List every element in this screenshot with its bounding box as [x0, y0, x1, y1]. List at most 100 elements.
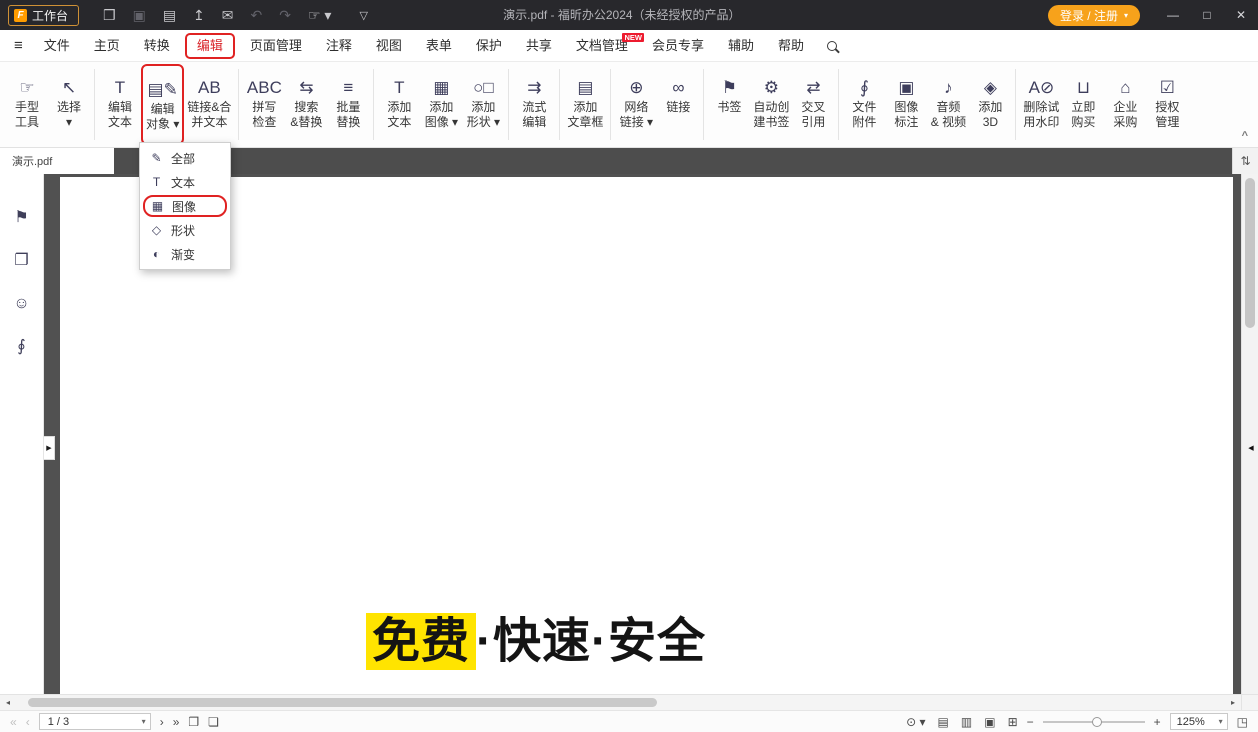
- image-annotation-button[interactable]: ▣图像标注: [885, 64, 927, 145]
- dropdown-item-shape[interactable]: ◇形状: [140, 218, 230, 242]
- cross-reference-button[interactable]: ⇄交叉引用: [792, 64, 834, 145]
- close-button[interactable]: ✕: [1224, 0, 1258, 30]
- menu-member-benefits[interactable]: 会员专享: [640, 31, 716, 61]
- maximize-button[interactable]: □: [1190, 0, 1224, 30]
- snapshot-icon[interactable]: ❐: [188, 716, 199, 728]
- save-icon[interactable]: ▣: [133, 8, 146, 22]
- left-panel-bar: ⚑ ❐ ☺ ∮: [0, 174, 44, 694]
- menu-assist[interactable]: 辅助: [716, 31, 766, 61]
- thumbnail-view-icon[interactable]: ⊞: [1008, 716, 1018, 728]
- link-button[interactable]: ∞链接: [657, 64, 699, 145]
- facing-page-view-icon[interactable]: ▣: [984, 716, 995, 728]
- add-article-box-button[interactable]: ▤添加文章框: [564, 64, 606, 145]
- web-link-button[interactable]: ⊕网络链接 ▾: [615, 64, 657, 145]
- add-3d-button[interactable]: ◈添加3D: [969, 64, 1011, 145]
- menu-help[interactable]: 帮助: [766, 31, 816, 61]
- clipboard-icon[interactable]: ❏: [208, 716, 219, 728]
- dropdown-item-gradient[interactable]: ◐渐变: [140, 242, 230, 266]
- menu-file[interactable]: 文件: [32, 31, 82, 61]
- horizontal-scrollbar[interactable]: ◂ ▸: [0, 694, 1258, 710]
- redo-icon[interactable]: ↷: [279, 8, 291, 22]
- text-viewer-icon[interactable]: ▤: [938, 716, 949, 728]
- zoom-slider[interactable]: [1043, 715, 1145, 729]
- vertical-scrollbar[interactable]: ◀: [1241, 174, 1258, 694]
- zoom-slider-thumb[interactable]: [1092, 717, 1102, 727]
- undo-icon[interactable]: ↶: [251, 8, 263, 22]
- audio-video-button[interactable]: ♪音频& 视频: [927, 64, 969, 145]
- add-shape-button[interactable]: ○□添加形状 ▾: [462, 64, 504, 145]
- enterprise-purchase-button[interactable]: ⌂企业采购: [1104, 64, 1146, 145]
- page-number-combo[interactable]: 1 / 3 ▾: [39, 713, 151, 730]
- menu-share[interactable]: 共享: [514, 31, 564, 61]
- dropdown-item-text[interactable]: T文本: [140, 170, 230, 194]
- scroll-left-icon[interactable]: ◂: [0, 698, 16, 707]
- edit-object-button[interactable]: ▤✎编辑对象 ▾: [141, 64, 184, 145]
- license-management-button[interactable]: ☑授权管理: [1146, 64, 1188, 145]
- export-icon[interactable]: ↥: [193, 8, 205, 22]
- auto-create-bookmark-button[interactable]: ⚙自动创建书签: [750, 64, 792, 145]
- edit-text-button[interactable]: T编辑文本: [99, 64, 141, 145]
- add-image-button[interactable]: ▦添加图像 ▾: [420, 64, 462, 145]
- link-merge-text-button[interactable]: AB链接&合并文本: [184, 64, 234, 145]
- next-page-button[interactable]: ›: [160, 716, 164, 728]
- bookmarks-panel-icon[interactable]: ⚑: [14, 210, 28, 226]
- attachments-panel-icon[interactable]: ∮: [17, 339, 25, 355]
- spell-check-button[interactable]: ABC拼写检查: [243, 64, 285, 145]
- first-page-button[interactable]: «: [10, 716, 17, 728]
- collapse-panel-handle[interactable]: ◀: [1245, 436, 1257, 460]
- file-attachment-button[interactable]: ∮文件附件: [843, 64, 885, 145]
- search-replace-button[interactable]: ⇆搜索&替换: [285, 64, 327, 145]
- open-file-icon[interactable]: ❒: [103, 8, 116, 22]
- fit-screen-icon[interactable]: ◳: [1237, 716, 1248, 728]
- dropdown-item-all[interactable]: ✎全部: [140, 146, 230, 170]
- hamburger-icon[interactable]: ≡: [8, 37, 32, 54]
- previous-page-button[interactable]: ‹: [26, 716, 30, 728]
- login-button[interactable]: 登录 / 注册 ▾: [1048, 5, 1140, 26]
- vertical-scrollbar-thumb[interactable]: [1245, 178, 1255, 328]
- expand-panel-handle[interactable]: ▶: [44, 436, 55, 460]
- horizontal-scrollbar-thumb[interactable]: [28, 698, 657, 707]
- single-page-view-icon[interactable]: ▥: [961, 716, 972, 728]
- auto-create-bookmark-icon: ⚙: [764, 68, 779, 100]
- zoom-level-combo[interactable]: 125% ▾: [1170, 713, 1228, 730]
- add-text-button[interactable]: T添加文本: [378, 64, 420, 145]
- scroll-right-icon[interactable]: ▸: [1225, 698, 1241, 707]
- menu-convert[interactable]: 转换: [132, 31, 182, 61]
- view-mode-icon[interactable]: ⊙ ▾: [906, 716, 925, 728]
- license-management-icon: ☑: [1160, 68, 1175, 100]
- edit-object-label: 编辑: [151, 102, 175, 117]
- pages-panel-icon[interactable]: ❐: [14, 253, 28, 269]
- menu-document-management[interactable]: 文档管理NEW: [564, 31, 640, 61]
- zoom-out-button[interactable]: −: [1027, 716, 1034, 728]
- last-page-button[interactable]: »: [173, 716, 180, 728]
- menu-page-management[interactable]: 页面管理: [238, 31, 314, 61]
- zoom-in-button[interactable]: +: [1154, 716, 1161, 728]
- minimize-button[interactable]: —: [1156, 0, 1190, 30]
- menu-home[interactable]: 主页: [82, 31, 132, 61]
- document-tab[interactable]: 演示.pdf: [0, 148, 114, 174]
- bookmark-button[interactable]: ⚑书签: [708, 64, 750, 145]
- menu-comment[interactable]: 注释: [314, 31, 364, 61]
- menu-protect[interactable]: 保护: [464, 31, 514, 61]
- batch-replace-label: 批量: [336, 100, 360, 115]
- select-tool-button[interactable]: ↖选择▾: [48, 64, 90, 145]
- dropdown-item-image[interactable]: ▦图像: [143, 195, 227, 217]
- buy-now-button[interactable]: ⊔立即购买: [1062, 64, 1104, 145]
- collapse-ribbon-button[interactable]: ^: [1242, 130, 1248, 142]
- ribbon-separator: [838, 69, 839, 140]
- scroll-mode-toggle-icon[interactable]: ⇅: [1232, 148, 1258, 174]
- menu-edit[interactable]: 编辑: [185, 33, 235, 59]
- delete-trial-watermark-button[interactable]: A⊘删除试用水印: [1020, 64, 1062, 145]
- hand-tool-button[interactable]: ☞手型工具: [6, 64, 48, 145]
- flow-edit-button[interactable]: ⇉流式编辑: [513, 64, 555, 145]
- menu-view[interactable]: 视图: [364, 31, 414, 61]
- menu-form[interactable]: 表单: [414, 31, 464, 61]
- toolbar-options-chevron-icon[interactable]: ▽: [359, 9, 367, 22]
- workspace-button[interactable]: F 工作台: [8, 5, 79, 26]
- print-icon[interactable]: ▤: [163, 8, 176, 22]
- stamp-tool-icon[interactable]: ☞ ▾: [308, 8, 331, 22]
- batch-replace-button[interactable]: ≡批量替换: [327, 64, 369, 145]
- comments-panel-icon[interactable]: ☺: [13, 296, 29, 312]
- mail-doc-icon[interactable]: ✉: [222, 8, 234, 22]
- search-button[interactable]: [821, 35, 843, 57]
